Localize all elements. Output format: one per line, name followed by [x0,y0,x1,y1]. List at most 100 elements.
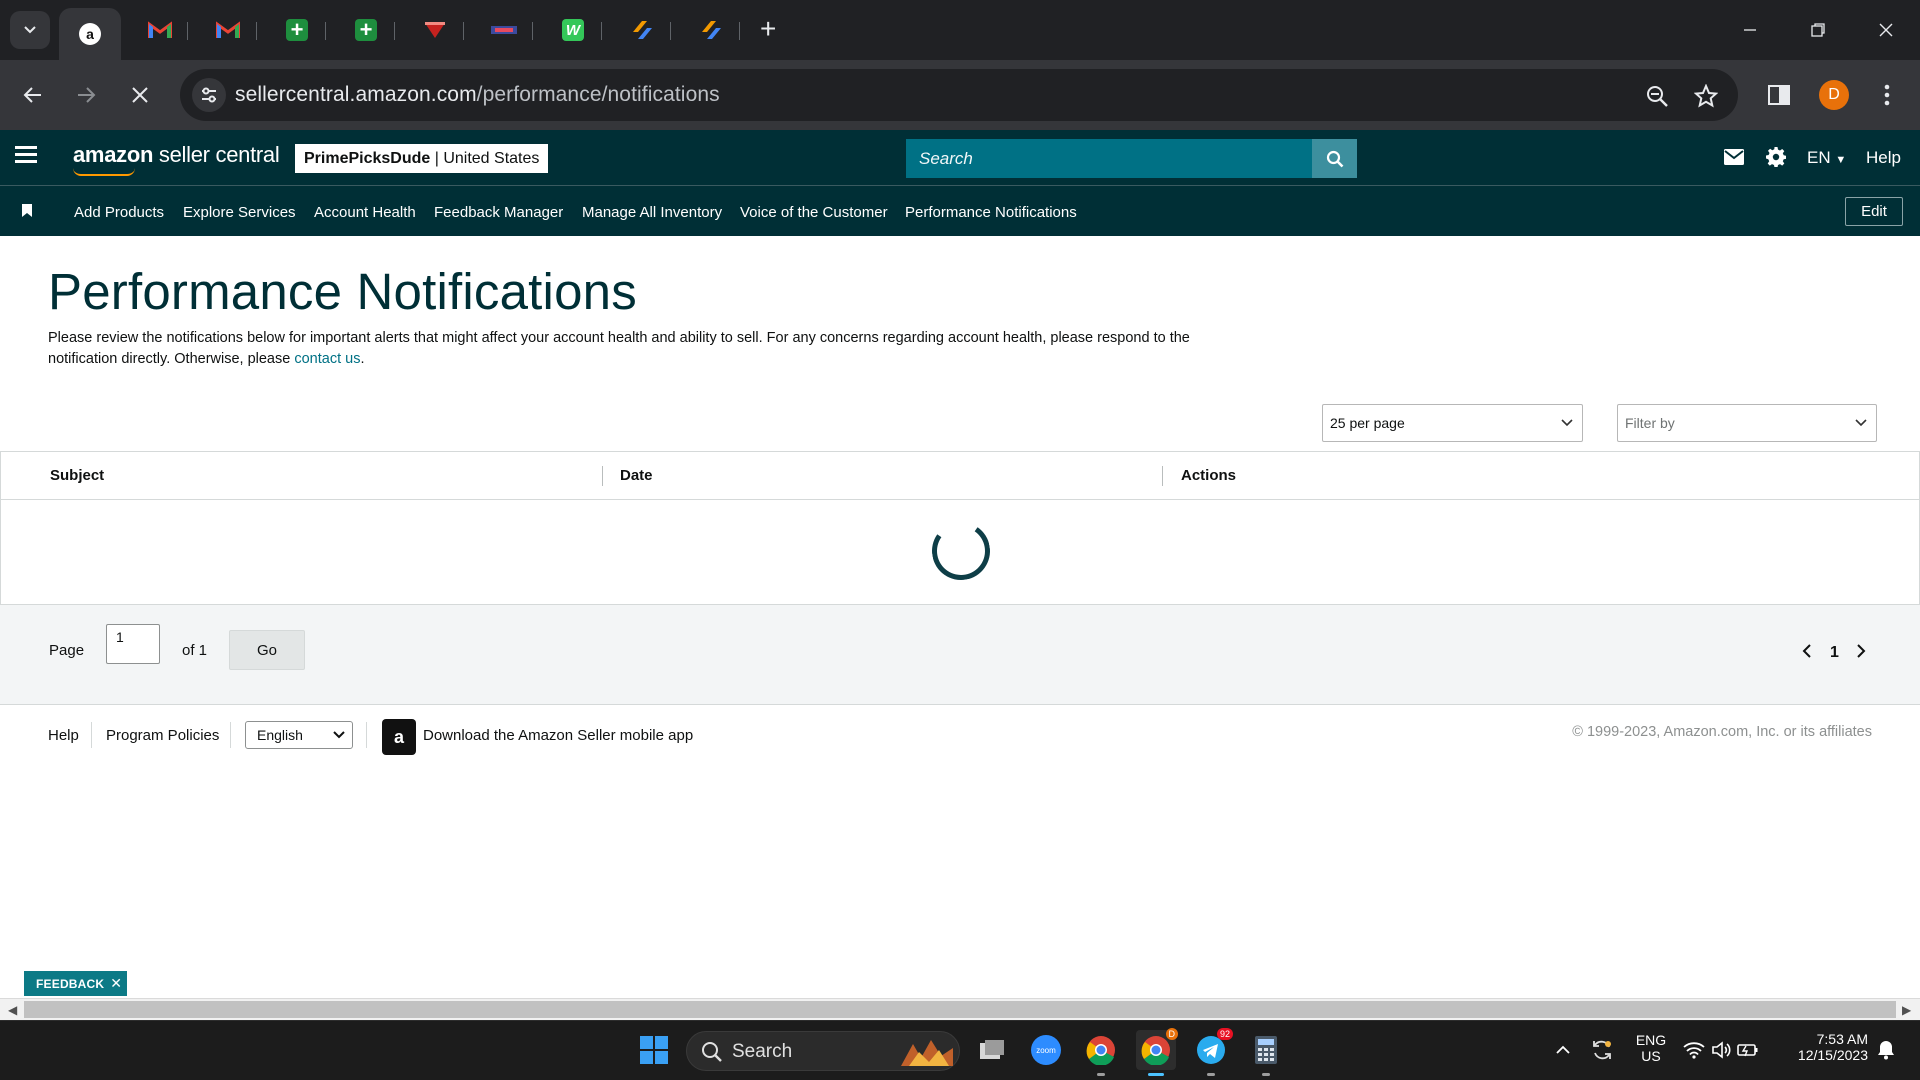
download-app-link[interactable]: Download the Amazon Seller mobile app [423,727,693,744]
tab-striped-2[interactable] [691,0,731,60]
gmail-icon [148,21,172,38]
go-button[interactable]: Go [229,630,305,670]
help-link[interactable]: Help [1866,148,1901,168]
search-highlight-icon [901,1040,953,1066]
footer-program-policies-link[interactable]: Program Policies [106,727,219,744]
minimize-button[interactable] [1716,0,1784,60]
horizontal-scrollbar[interactable]: ◀ ▶ [0,998,1920,1020]
edit-bookmarks-button[interactable]: Edit [1845,197,1903,226]
close-icon[interactable]: ✕ [110,975,122,992]
nav-account-health[interactable]: Account Health [314,204,416,221]
tab-sheets-1[interactable]: + [277,0,317,60]
gear-icon[interactable] [1766,147,1787,172]
tab-w-green[interactable]: W [553,0,593,60]
arrow-right-icon [78,87,96,103]
close-window-button[interactable] [1852,0,1920,60]
start-button[interactable] [634,1030,674,1070]
page-label: Page [49,642,85,659]
language-selector[interactable]: EN ▼ [1807,148,1846,168]
zoom-icon[interactable] [1642,81,1672,111]
chevron-down-icon [333,731,345,739]
store-divider: | [430,150,444,167]
tab-gmail-2[interactable] [208,0,248,60]
nav-explore-services[interactable]: Explore Services [183,204,296,221]
loading-spinner-icon [927,517,995,585]
gmail-icon [216,21,240,38]
stop-loading-button[interactable] [120,75,160,115]
scroll-right-arrow-icon[interactable]: ▶ [1902,1003,1911,1017]
filter-by-placeholder: Filter by [1625,415,1675,431]
column-date[interactable]: Date [620,467,653,484]
scrollbar-thumb[interactable] [24,1001,1896,1018]
column-actions: Actions [1181,467,1237,484]
tab-separator [187,22,188,40]
column-subject[interactable]: Subject [50,467,104,484]
chrome-icon [1141,1036,1170,1065]
feedback-tab[interactable]: FEEDBACK ✕ [24,971,127,996]
running-indicator [1097,1073,1105,1076]
search-input[interactable] [906,139,1312,178]
tab-banner[interactable] [484,0,524,60]
per-page-select[interactable]: 25 per page [1322,404,1583,442]
chrome-app-button-1[interactable] [1081,1030,1121,1076]
scroll-left-arrow-icon[interactable]: ◀ [8,1003,17,1017]
contact-us-link[interactable]: contact us [294,351,360,367]
forward-button[interactable] [66,75,106,115]
nav-feedback-manager[interactable]: Feedback Manager [434,204,563,221]
active-indicator [1148,1073,1164,1076]
footer-help-link[interactable]: Help [48,727,79,744]
back-button[interactable] [13,75,53,115]
current-page-number[interactable]: 1 [1830,644,1839,662]
nav-voice-of-the-customer[interactable]: Voice of the Customer [740,204,888,221]
zoom-app-button[interactable]: zoom [1026,1030,1066,1070]
next-page-button[interactable] [1855,643,1867,664]
side-panel-icon [1768,85,1790,105]
site-settings-icon[interactable] [192,78,226,112]
notifications-button[interactable] [1866,1030,1906,1070]
page-number-input[interactable] [106,624,160,664]
amazon-app-icon[interactable]: a [382,719,416,755]
seller-central-logo[interactable]: amazon seller central [73,142,280,176]
browser-menu-button[interactable] [1867,75,1907,115]
tab-gmail-1[interactable] [140,0,180,60]
chevron-down-icon [24,26,36,34]
store-switcher[interactable]: PrimePicksDude | United States [295,144,549,173]
restore-icon [1811,23,1825,37]
restore-button[interactable] [1784,0,1852,60]
prev-page-button[interactable] [1801,643,1813,664]
show-hidden-icons-button[interactable] [1543,1030,1583,1070]
nav-performance-notifications[interactable]: Performance Notifications [905,204,1077,221]
search-button[interactable] [1312,139,1357,178]
hamburger-menu-icon[interactable] [15,146,37,167]
url-text: sellercentral.amazon.com/performance/not… [235,83,720,107]
chevron-left-icon [1802,644,1811,658]
sync-tray-button[interactable] [1582,1030,1622,1070]
side-panel-button[interactable] [1759,75,1799,115]
bookmark-star-icon[interactable] [1691,81,1721,111]
footer-language-select[interactable]: English [245,721,353,749]
calculator-icon [1255,1036,1277,1064]
profile-avatar[interactable]: D [1819,80,1849,110]
mail-icon[interactable] [1724,149,1744,170]
quick-settings-button[interactable] [1676,1030,1766,1070]
clock[interactable]: 7:53 AM 12/15/2023 [1780,1031,1868,1063]
address-bar[interactable]: sellercentral.amazon.com/performance/not… [180,69,1738,121]
input-language-indicator[interactable]: ENG US [1628,1032,1674,1064]
tab-red-logo[interactable] [415,0,455,60]
tab-search-button[interactable] [10,11,50,49]
bookmark-icon[interactable] [22,204,32,222]
nav-manage-all-inventory[interactable]: Manage All Inventory [582,204,722,221]
task-view-button[interactable] [972,1030,1012,1070]
footer-language-value: English [257,727,303,743]
tab-striped-1[interactable] [622,0,662,60]
chrome-app-button-2[interactable]: D [1136,1028,1178,1076]
description-text: Please review the notifications below fo… [48,330,1190,367]
telegram-app-button[interactable]: 92 [1191,1028,1233,1076]
nav-add-products[interactable]: Add Products [74,204,164,221]
filter-by-select[interactable]: Filter by [1617,404,1877,442]
taskbar-search[interactable]: Search [686,1031,960,1071]
new-tab-button[interactable]: + [760,15,776,43]
tab-amazon[interactable]: a [59,8,121,60]
tab-sheets-2[interactable]: + [346,0,386,60]
calculator-app-button[interactable] [1246,1030,1286,1076]
